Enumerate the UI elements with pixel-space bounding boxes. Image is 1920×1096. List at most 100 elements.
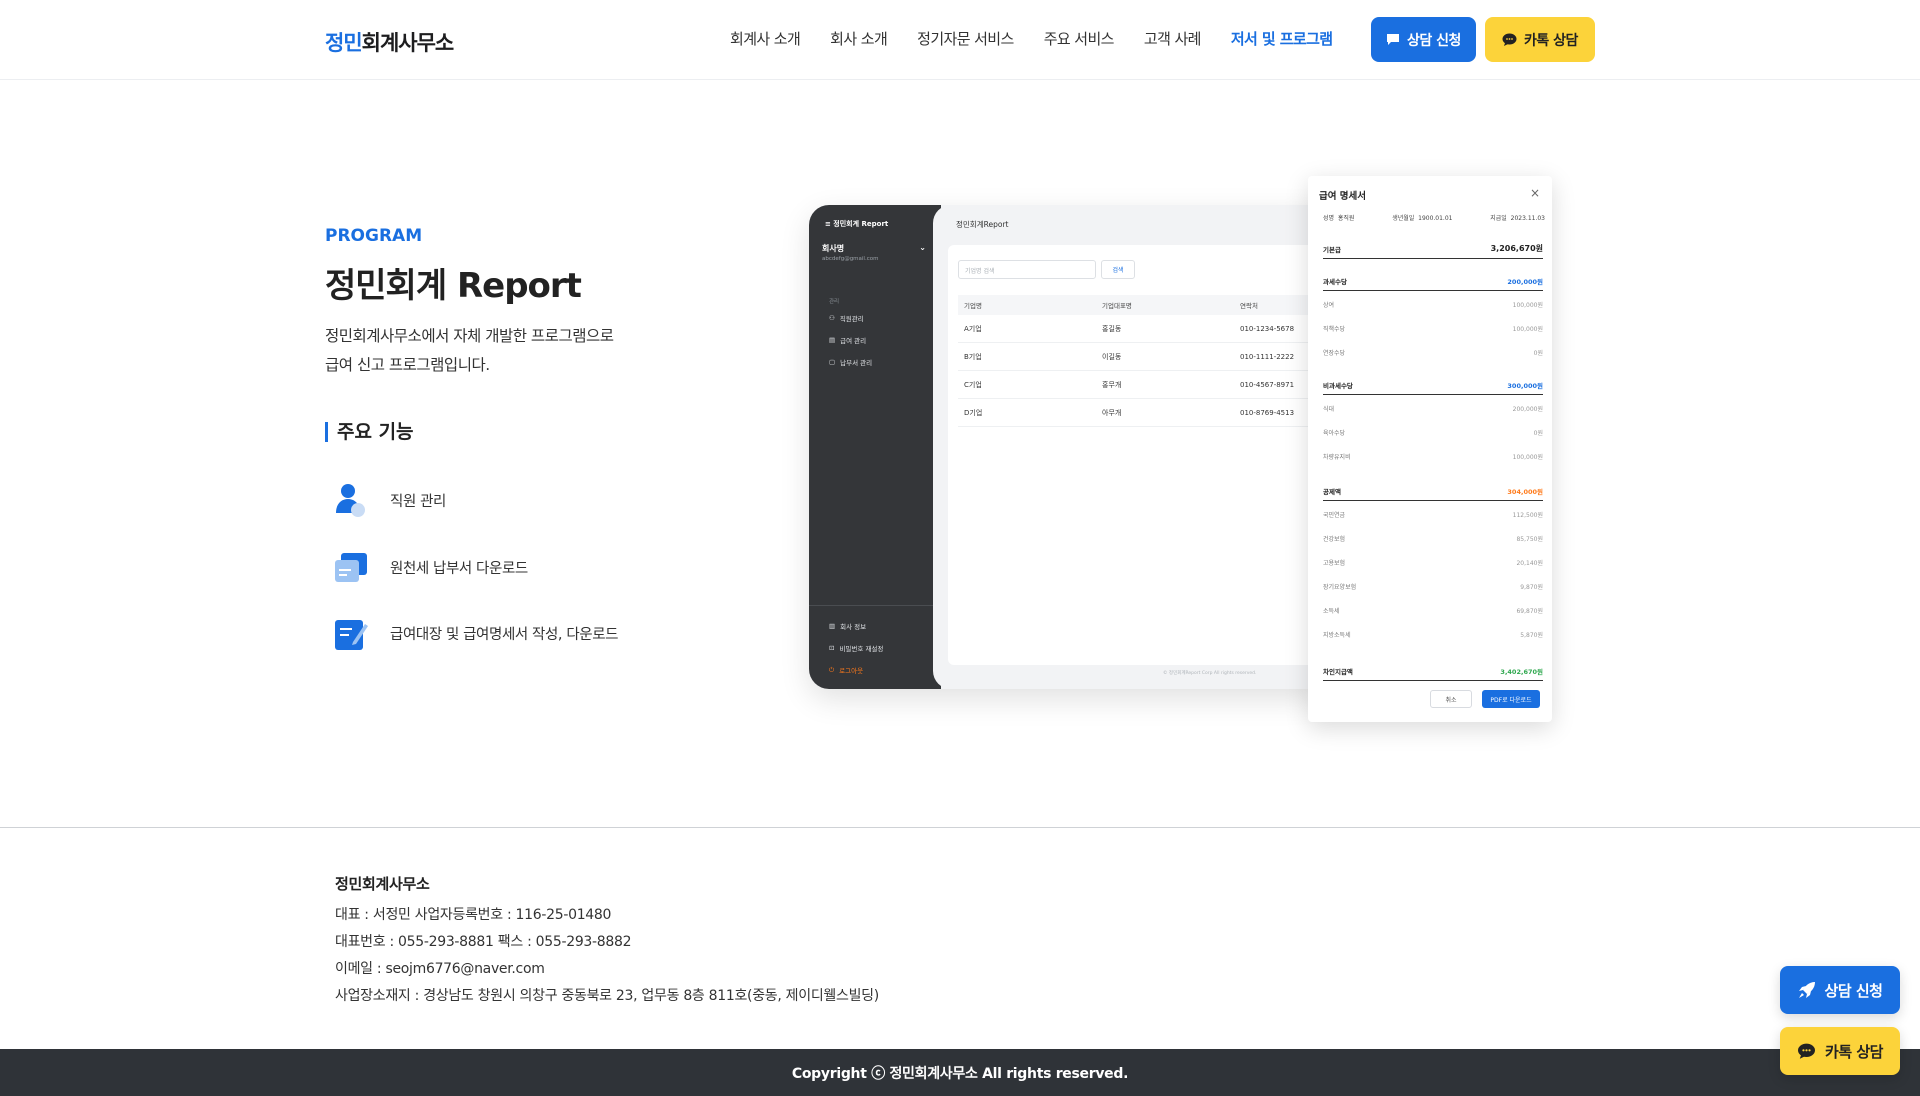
item-value: 100,000원 <box>1512 454 1543 461</box>
feature-label: 원천세 납부서 다운로드 <box>390 561 528 577</box>
item-label: 직책수당 <box>1323 326 1346 333</box>
mock-sidebar: ≡ 정민회계 Report 회사명 ⌄ abcdefg@gmail.com 관리 … <box>809 205 941 689</box>
logo-text: 회계사무소 <box>361 31 455 55</box>
item-value: 9,870원 <box>1520 584 1543 591</box>
payslip-item: 소득세 69,870원 <box>1323 606 1543 615</box>
footer-email: 이메일 : seojm6776@naver.com <box>335 961 545 977</box>
table-cell: 이길동 <box>1102 352 1122 361</box>
item-label: 연장수당 <box>1323 350 1346 357</box>
mock-menu-payment: ▢ 납부서 관리 <box>829 357 872 367</box>
mock-company-name: 회사명 <box>822 244 845 253</box>
item-label: 식대 <box>1323 406 1335 413</box>
main-nav: 회계사 소개 회사 소개 정기자문 서비스 주요 서비스 고객 사례 저서 및 … <box>730 28 1363 49</box>
floating-kakao-label: 카톡 상담 <box>1825 1042 1883 1061</box>
floating-consult-label: 상담 신청 <box>1824 981 1883 1000</box>
chat-icon <box>1387 34 1400 45</box>
row-value: 200,000원 <box>1507 278 1543 286</box>
payslip-modal: 급여 명세서 × 성명 홍직원 생년월일 1900.01.01 지급일 2023… <box>1308 176 1552 722</box>
item-value: 5,870원 <box>1520 632 1543 639</box>
row-value: 3,206,670원 <box>1490 244 1543 253</box>
item-label: 상여 <box>1323 302 1335 309</box>
table-cell: C기업 <box>964 380 982 389</box>
person-icon <box>332 482 369 519</box>
section-eyebrow: PROGRAM <box>325 226 423 246</box>
kakao-talk-icon <box>1798 1043 1816 1059</box>
header-kakao-label: 카톡 상담 <box>1524 32 1578 49</box>
payslip-name: 성명 홍직원 <box>1323 213 1354 222</box>
building-icon: ▥ <box>829 622 836 630</box>
mock-section-label: 관리 <box>829 299 840 305</box>
people-icon: ⚇ <box>829 314 835 322</box>
item-value: 85,750원 <box>1516 536 1543 543</box>
mock-company-select: 회사명 ⌄ <box>822 243 926 254</box>
mock-main-title: 정민회계Report <box>956 220 1009 229</box>
item-label: 소득세 <box>1323 608 1340 615</box>
nontaxable-header: 비과세수당 300,000원 <box>1323 380 1543 395</box>
nav-client-cases[interactable]: 고객 사례 <box>1144 28 1202 49</box>
mock-menu-employees: ⚇ 직원관리 <box>829 313 864 323</box>
mock-copyright: © 정민회계Report Corp All rights reserved. <box>1163 671 1257 676</box>
mock-menu-label: 급여 관리 <box>840 337 867 345</box>
header-kakao-button[interactable]: 카톡 상담 <box>1485 17 1595 62</box>
feature-label: 급여대장 및 급여명세서 작성, 다운로드 <box>390 627 619 643</box>
mock-menu-label: 로그아웃 <box>839 667 864 675</box>
nav-books-programs[interactable]: 저서 및 프로그램 <box>1231 28 1333 49</box>
feature-label: 직원 관리 <box>390 494 446 510</box>
base-salary-row: 기본급 3,206,670원 <box>1323 243 1543 259</box>
document-card-icon <box>332 549 369 586</box>
kakao-talk-icon <box>1502 33 1517 46</box>
payslip-item: 직책수당 100,000원 <box>1323 324 1543 333</box>
item-value: 20,140원 <box>1516 560 1543 567</box>
row-label: 차인지급액 <box>1323 668 1353 676</box>
item-value: 0원 <box>1533 350 1543 357</box>
header-consult-label: 상담 신청 <box>1407 32 1461 49</box>
item-value: 112,500원 <box>1512 512 1543 519</box>
table-cell: 홍무개 <box>1102 380 1122 389</box>
payslip-birth: 생년월일 1900.01.01 <box>1392 213 1452 222</box>
payslip-item: 고용보험 20,140원 <box>1323 558 1543 567</box>
close-icon: × <box>1529 186 1540 200</box>
description-line-1: 정민회계사무소에서 자체 개발한 프로그램으로 <box>325 327 614 345</box>
footer-company-name: 정민회계사무소 <box>335 875 430 893</box>
table-row: D기업 아무개 010-8769-4513 <box>958 399 1329 427</box>
nav-accountant-intro[interactable]: 회계사 소개 <box>730 28 801 49</box>
item-label: 고용보험 <box>1323 560 1346 567</box>
payslip-paydate: 지급일 2023.11.03 <box>1490 213 1545 222</box>
nav-main-services[interactable]: 주요 서비스 <box>1044 28 1115 49</box>
footer-phone-fax: 대표번호 : 055-293-8881 팩스 : 055-293-8882 <box>335 934 632 950</box>
table-header: 기업명 기업대표명 연락처 <box>958 295 1329 315</box>
taxable-header: 과세수당 200,000원 <box>1323 276 1543 291</box>
nav-company-intro[interactable]: 회사 소개 <box>830 28 888 49</box>
site-logo[interactable]: 정민회계사무소 <box>325 27 455 57</box>
meta-label: 성명 <box>1323 215 1335 222</box>
payslip-item: 건강보험 85,750원 <box>1323 534 1543 543</box>
description-line-2: 급여 신고 프로그램입니다. <box>325 356 490 374</box>
payslip-item: 육아수당 0원 <box>1323 428 1543 437</box>
meta-value: 1900.01.01 <box>1418 215 1453 222</box>
item-value: 200,000원 <box>1512 406 1543 413</box>
header-consult-button[interactable]: 상담 신청 <box>1371 17 1476 62</box>
footer-address: 사업장소재지 : 경상남도 창원시 의창구 중동북로 23, 업무동 8층 81… <box>335 988 879 1004</box>
folder-icon: ▢ <box>829 358 836 366</box>
mock-search-input: 기업명 검색 <box>958 260 1096 279</box>
item-label: 육아수당 <box>1323 430 1346 437</box>
row-label: 기본급 <box>1323 245 1341 254</box>
payslip-item: 차량유지비 100,000원 <box>1323 452 1543 461</box>
floating-kakao-button[interactable]: 카톡 상담 <box>1780 1027 1900 1075</box>
payslip-item: 연장수당 0원 <box>1323 348 1543 357</box>
deduction-header: 공제액 304,000원 <box>1323 486 1543 501</box>
feature-tax-payment-download: 원천세 납부서 다운로드 <box>332 549 528 586</box>
mock-company-table: 기업명 기업대표명 연락처 A기업 홍길동 010-1234-5678 B기업 … <box>958 295 1329 427</box>
item-value: 0원 <box>1533 430 1543 437</box>
nav-regular-advisory[interactable]: 정기자문 서비스 <box>917 28 1014 49</box>
feature-employee-management: 직원 관리 <box>332 482 446 519</box>
mock-brand: ≡ 정민회계 Report <box>825 220 889 228</box>
meta-label: 생년월일 <box>1392 215 1415 222</box>
item-label: 건강보험 <box>1323 536 1346 543</box>
table-cell: B기업 <box>964 352 982 361</box>
mock-panel: 기업명 검색 검색 기업명 기업대표명 연락처 A기업 홍길동 010-1234… <box>948 245 1329 665</box>
payslip-pdf-button: PDF로 다운로드 <box>1482 690 1540 708</box>
money-icon: ▤ <box>829 336 836 344</box>
floating-consult-button[interactable]: 상담 신청 <box>1780 966 1900 1014</box>
table-cell: D기업 <box>964 408 983 417</box>
